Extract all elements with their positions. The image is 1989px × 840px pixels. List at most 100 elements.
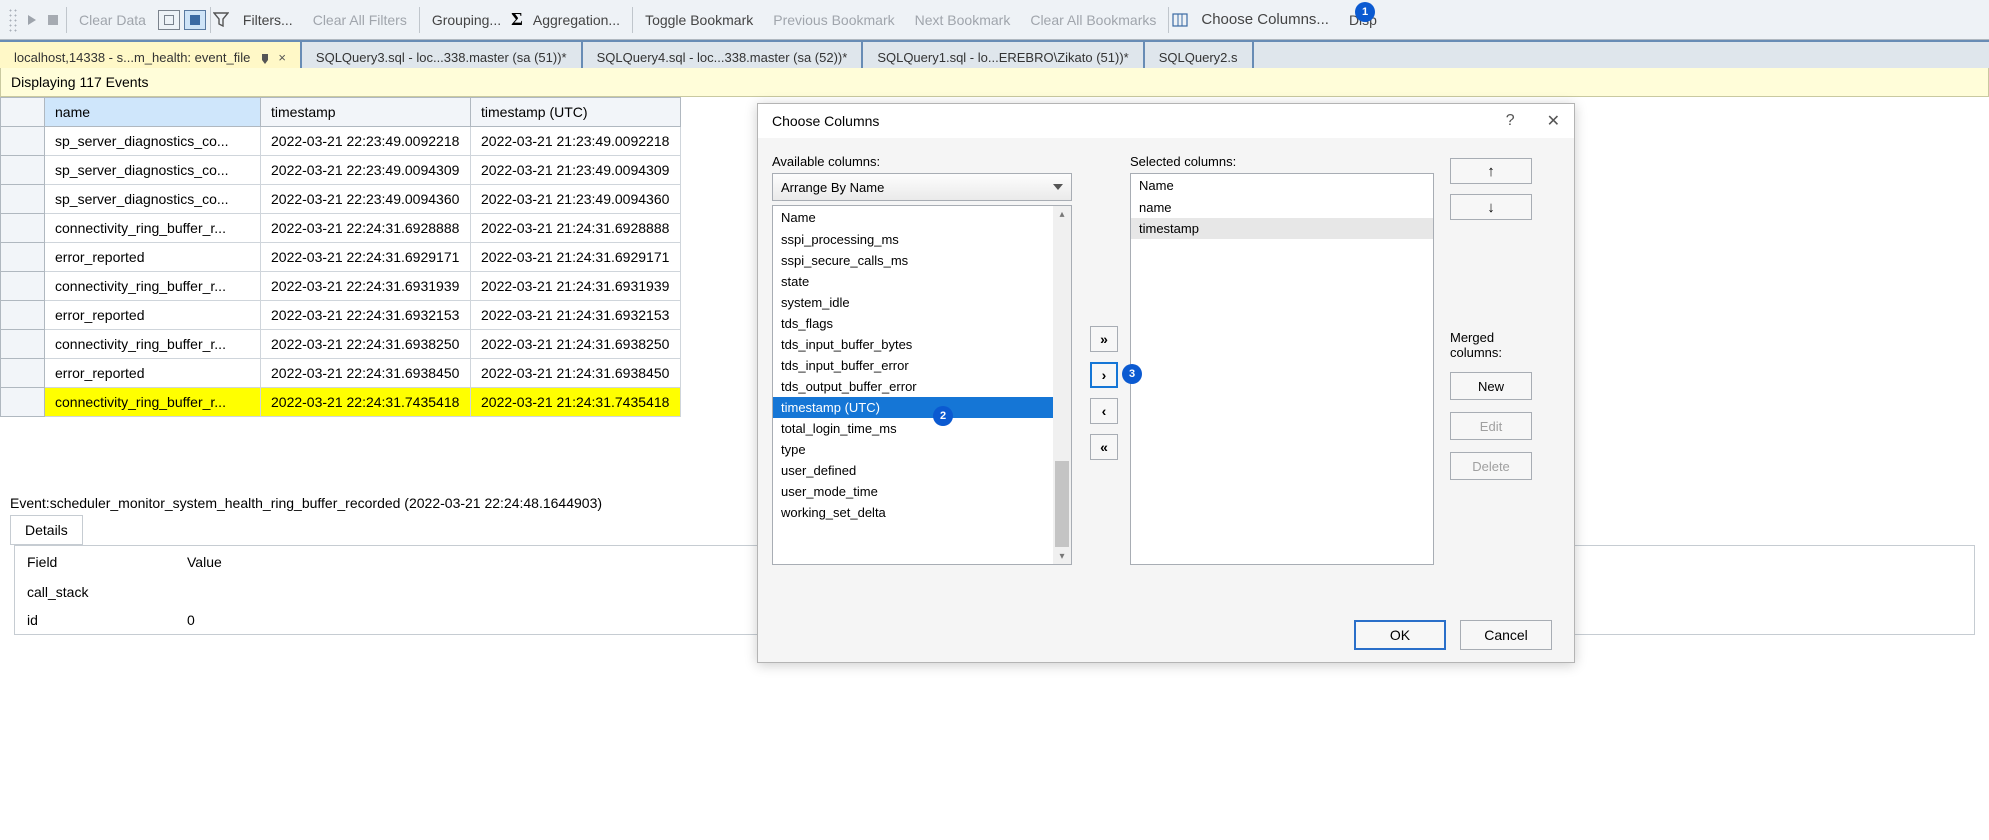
list-item[interactable]: timestamp (UTC) bbox=[773, 397, 1071, 418]
view-mode-1-icon[interactable] bbox=[158, 10, 180, 30]
details-row[interactable]: id0 bbox=[15, 606, 735, 634]
list-item[interactable]: tds_flags bbox=[773, 313, 1071, 334]
stop-icon[interactable] bbox=[48, 15, 58, 25]
row-selector[interactable] bbox=[1, 185, 45, 214]
details-tab[interactable]: Details bbox=[10, 515, 83, 545]
row-selector[interactable] bbox=[1, 127, 45, 156]
selected-columns-label: Selected columns: bbox=[1130, 154, 1434, 169]
table-row[interactable]: sp_server_diagnostics_co...2022-03-21 22… bbox=[1, 185, 681, 214]
available-columns-listbox[interactable]: Name sspi_processing_mssspi_secure_calls… bbox=[772, 205, 1072, 565]
toolbar: Clear Data Filters... Clear All Filters … bbox=[0, 0, 1989, 40]
table-row[interactable]: connectivity_ring_buffer_r...2022-03-21 … bbox=[1, 272, 681, 301]
cell-timestamp: 2022-03-21 22:24:31.6938450 bbox=[261, 359, 471, 388]
cell-name: error_reported bbox=[45, 301, 261, 330]
edit-button[interactable]: Edit bbox=[1450, 412, 1532, 440]
table-row[interactable]: connectivity_ring_buffer_r...2022-03-21 … bbox=[1, 214, 681, 243]
tab-sqlquery4[interactable]: SQLQuery4.sql - loc...338.master (sa (52… bbox=[583, 42, 864, 68]
scroll-up-icon[interactable]: ▴ bbox=[1053, 206, 1071, 222]
aggregation-button[interactable]: Aggregation... bbox=[523, 12, 630, 28]
table-row[interactable]: sp_server_diagnostics_co...2022-03-21 22… bbox=[1, 127, 681, 156]
move-all-right-button[interactable]: » bbox=[1090, 326, 1118, 352]
filters-button[interactable]: Filters... bbox=[233, 12, 303, 28]
row-selector[interactable] bbox=[1, 359, 45, 388]
tab-sqlquery2[interactable]: SQLQuery2.s bbox=[1145, 42, 1254, 68]
grouping-button[interactable]: Grouping... bbox=[422, 12, 511, 28]
move-left-button[interactable]: ‹ bbox=[1090, 398, 1118, 424]
list-item[interactable]: tds_input_buffer_bytes bbox=[773, 334, 1071, 355]
play-icon[interactable] bbox=[28, 15, 36, 25]
list-item[interactable]: name bbox=[1131, 197, 1433, 218]
tab-label: SQLQuery4.sql - loc...338.master (sa (52… bbox=[597, 50, 848, 65]
tab-sqlquery1[interactable]: SQLQuery1.sql - lo...EREBRO\Zikato (51))… bbox=[863, 42, 1144, 68]
next-bookmark-button[interactable]: Next Bookmark bbox=[905, 12, 1021, 28]
choose-columns-button[interactable]: Choose Columns... bbox=[1191, 11, 1339, 28]
tab-event-file[interactable]: localhost,14338 - s...m_health: event_fi… bbox=[0, 42, 302, 68]
row-selector[interactable] bbox=[1, 272, 45, 301]
row-selector[interactable] bbox=[1, 214, 45, 243]
toggle-bookmark-button[interactable]: Toggle Bookmark bbox=[635, 12, 763, 28]
clear-data-button[interactable]: Clear Data bbox=[69, 12, 156, 28]
list-item[interactable]: sspi_secure_calls_ms bbox=[773, 250, 1071, 271]
close-icon[interactable]: × bbox=[278, 50, 286, 65]
list-item[interactable]: working_set_delta bbox=[773, 502, 1071, 523]
sigma-icon: Σ bbox=[511, 9, 523, 30]
close-icon[interactable]: ✕ bbox=[1547, 111, 1560, 131]
col-name-header[interactable]: name bbox=[45, 98, 261, 127]
list-item[interactable]: timestamp bbox=[1131, 218, 1433, 239]
pin-icon[interactable] bbox=[260, 52, 270, 62]
annotation-badge-2: 2 bbox=[933, 406, 953, 426]
list-item[interactable]: tds_input_buffer_error bbox=[773, 355, 1071, 376]
move-down-button[interactable]: ↓ bbox=[1450, 194, 1532, 220]
details-value-header[interactable]: Value bbox=[175, 546, 735, 578]
list-item[interactable]: state bbox=[773, 271, 1071, 292]
list-item[interactable]: total_login_time_ms bbox=[773, 418, 1071, 439]
move-all-left-button[interactable]: « bbox=[1090, 434, 1118, 460]
list-item[interactable]: user_defined bbox=[773, 460, 1071, 481]
row-selector[interactable] bbox=[1, 156, 45, 185]
list-item[interactable]: user_mode_time bbox=[773, 481, 1071, 502]
row-selector[interactable] bbox=[1, 301, 45, 330]
delete-button[interactable]: Delete bbox=[1450, 452, 1532, 480]
clear-bookmarks-button[interactable]: Clear All Bookmarks bbox=[1020, 12, 1166, 28]
details-row[interactable]: call_stack bbox=[15, 578, 735, 606]
table-row[interactable]: error_reported2022-03-21 22:24:31.693215… bbox=[1, 301, 681, 330]
row-selector[interactable] bbox=[1, 243, 45, 272]
table-row[interactable]: sp_server_diagnostics_co...2022-03-21 22… bbox=[1, 156, 681, 185]
scroll-down-icon[interactable]: ▾ bbox=[1053, 548, 1071, 564]
view-mode-2-icon[interactable] bbox=[184, 10, 206, 30]
previous-bookmark-button[interactable]: Previous Bookmark bbox=[763, 12, 904, 28]
list-item[interactable]: system_idle bbox=[773, 292, 1071, 313]
cell-timestamp-utc: 2022-03-21 21:23:49.0094360 bbox=[471, 185, 681, 214]
col-timestamp-utc-header[interactable]: timestamp (UTC) bbox=[471, 98, 681, 127]
list-item[interactable]: type bbox=[773, 439, 1071, 460]
move-up-button[interactable]: ↑ bbox=[1450, 158, 1532, 184]
list-item[interactable]: tds_output_buffer_error bbox=[773, 376, 1071, 397]
details-field-header[interactable]: Field bbox=[15, 546, 175, 578]
scroll-thumb[interactable] bbox=[1055, 461, 1069, 547]
table-row[interactable]: connectivity_ring_buffer_r...2022-03-21 … bbox=[1, 388, 681, 417]
tab-sqlquery3[interactable]: SQLQuery3.sql - loc...338.master (sa (51… bbox=[302, 42, 583, 68]
selected-columns-listbox[interactable]: Name nametimestamp bbox=[1130, 173, 1434, 565]
new-button[interactable]: New bbox=[1450, 372, 1532, 400]
clear-filters-button[interactable]: Clear All Filters bbox=[303, 12, 417, 28]
scrollbar[interactable]: ▴ ▾ bbox=[1053, 206, 1071, 564]
row-selector[interactable] bbox=[1, 330, 45, 359]
dialog-titlebar[interactable]: Choose Columns ? ✕ bbox=[758, 104, 1574, 138]
table-row[interactable]: error_reported2022-03-21 22:24:31.693845… bbox=[1, 359, 681, 388]
table-row[interactable]: error_reported2022-03-21 22:24:31.692917… bbox=[1, 243, 681, 272]
cancel-button[interactable]: Cancel bbox=[1460, 620, 1552, 650]
cell-timestamp-utc: 2022-03-21 21:24:31.6932153 bbox=[471, 301, 681, 330]
cell-name: connectivity_ring_buffer_r... bbox=[45, 272, 261, 301]
event-count-status: Displaying 117 Events bbox=[0, 68, 1989, 97]
list-item[interactable]: sspi_processing_ms bbox=[773, 229, 1071, 250]
col-timestamp-header[interactable]: timestamp bbox=[261, 98, 471, 127]
drag-handle-icon[interactable] bbox=[8, 8, 18, 32]
help-icon[interactable]: ? bbox=[1506, 112, 1515, 130]
row-selector[interactable] bbox=[1, 388, 45, 417]
move-right-button[interactable]: › bbox=[1090, 362, 1118, 388]
ok-button[interactable]: OK bbox=[1354, 620, 1446, 650]
row-selector-header[interactable] bbox=[1, 98, 45, 127]
events-grid[interactable]: name timestamp timestamp (UTC) sp_server… bbox=[0, 97, 681, 417]
table-row[interactable]: connectivity_ring_buffer_r...2022-03-21 … bbox=[1, 330, 681, 359]
arrange-by-combo[interactable]: Arrange By Name bbox=[772, 173, 1072, 201]
